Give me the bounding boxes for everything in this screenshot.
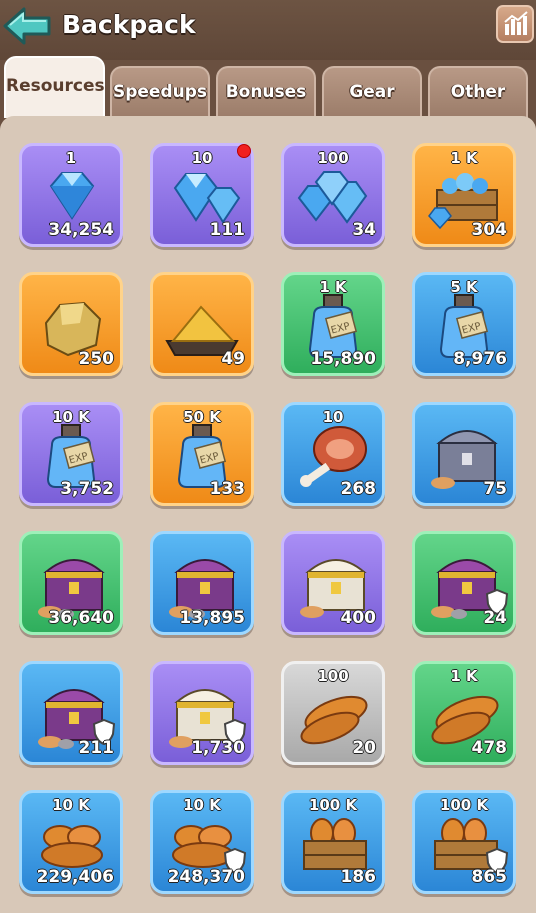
item-amount: 10 K	[52, 408, 90, 426]
item-count: 1,730	[191, 738, 245, 758]
tab-bar: Resources Speedups Bonuses Gear Other	[0, 56, 536, 118]
item-count: 3,752	[60, 479, 114, 499]
back-arrow-icon	[3, 7, 51, 45]
item-amount: 100 K	[439, 796, 489, 814]
item-count: 36,640	[48, 608, 114, 628]
item-exp-10k[interactable]: EXP 10 K 3,752	[19, 402, 123, 506]
item-count: 229,406	[36, 867, 114, 887]
item-count: 268	[340, 479, 377, 499]
item-meat-10[interactable]: 10 268	[281, 402, 385, 506]
item-count: 400	[340, 608, 377, 628]
back-button[interactable]	[2, 6, 52, 46]
tab-gear[interactable]: Gear	[322, 66, 422, 118]
new-indicator-dot	[237, 144, 251, 158]
item-count: 111	[209, 220, 246, 240]
item-count: 34,254	[48, 220, 114, 240]
item-count: 865	[471, 867, 508, 887]
item-count: 49	[221, 349, 245, 369]
item-count: 248,370	[167, 867, 245, 887]
item-count: 186	[340, 867, 377, 887]
item-count: 34	[352, 220, 376, 240]
item-count: 304	[471, 220, 508, 240]
item-amount: 10	[322, 408, 344, 426]
item-chest-green-protected[interactable]: 24	[412, 531, 516, 635]
stats-button[interactable]	[496, 5, 534, 43]
item-amount: 10 K	[183, 796, 221, 814]
item-exp-1k[interactable]: EXP 1 K 15,890	[281, 272, 385, 376]
item-amount: 1 K	[450, 667, 478, 685]
item-exp-5k[interactable]: EXP 5 K 8,976	[412, 272, 516, 376]
item-amount: 10 K	[52, 796, 90, 814]
item-gold-ore[interactable]: 250	[19, 272, 123, 376]
item-chest-white[interactable]: 400	[281, 531, 385, 635]
item-bread-10k-protected[interactable]: 10 K 248,370	[150, 790, 254, 894]
item-count: 250	[78, 349, 115, 369]
item-bread-10k[interactable]: 10 K 229,406	[19, 790, 123, 894]
item-amount: 1 K	[319, 278, 347, 296]
item-diamond-1k[interactable]: 1 K 304	[412, 143, 516, 247]
tab-bonuses[interactable]: Bonuses	[216, 66, 316, 118]
item-bread-100[interactable]: 100 20	[281, 661, 385, 765]
item-diamond-1[interactable]: 1 34,254	[19, 143, 123, 247]
item-bread-1k[interactable]: 1 K 478	[412, 661, 516, 765]
item-exp-50k[interactable]: EXP 50 K 133	[150, 402, 254, 506]
item-amount: 50 K	[183, 408, 221, 426]
page-title: Backpack	[62, 10, 196, 39]
item-chest-white-protected[interactable]: 1,730	[150, 661, 254, 765]
item-amount: 100 K	[308, 796, 358, 814]
item-chest-silver[interactable]: 75	[412, 402, 516, 506]
item-count: 15,890	[310, 349, 376, 369]
item-bread-crate-100k-protected[interactable]: 100 K 865	[412, 790, 516, 894]
item-amount: 100	[317, 667, 349, 685]
item-amount: 100	[317, 149, 349, 167]
item-count: 211	[78, 738, 115, 758]
item-amount: 1 K	[450, 149, 478, 167]
item-count: 20	[352, 738, 376, 758]
bar-chart-icon	[504, 11, 528, 35]
item-count: 13,895	[179, 608, 245, 628]
item-amount: 5 K	[450, 278, 478, 296]
item-amount: 1	[65, 149, 77, 167]
header-bar: Backpack	[0, 0, 536, 60]
item-count: 133	[209, 479, 246, 499]
item-chest-green[interactable]: 36,640	[19, 531, 123, 635]
tab-speedups[interactable]: Speedups	[110, 66, 210, 118]
tab-resources[interactable]: Resources	[4, 56, 105, 118]
item-bread-crate-100k[interactable]: 100 K 186	[281, 790, 385, 894]
item-chest-blue-protected[interactable]: 211	[19, 661, 123, 765]
item-chest-blue[interactable]: 13,895	[150, 531, 254, 635]
item-count: 24	[483, 608, 507, 628]
item-diamond-10[interactable]: 10 111	[150, 143, 254, 247]
item-gold-dust[interactable]: 49	[150, 272, 254, 376]
tab-other[interactable]: Other	[428, 66, 528, 118]
item-count: 8,976	[453, 349, 507, 369]
item-count: 478	[471, 738, 508, 758]
item-diamond-100[interactable]: 100 34	[281, 143, 385, 247]
item-count: 75	[483, 479, 507, 499]
